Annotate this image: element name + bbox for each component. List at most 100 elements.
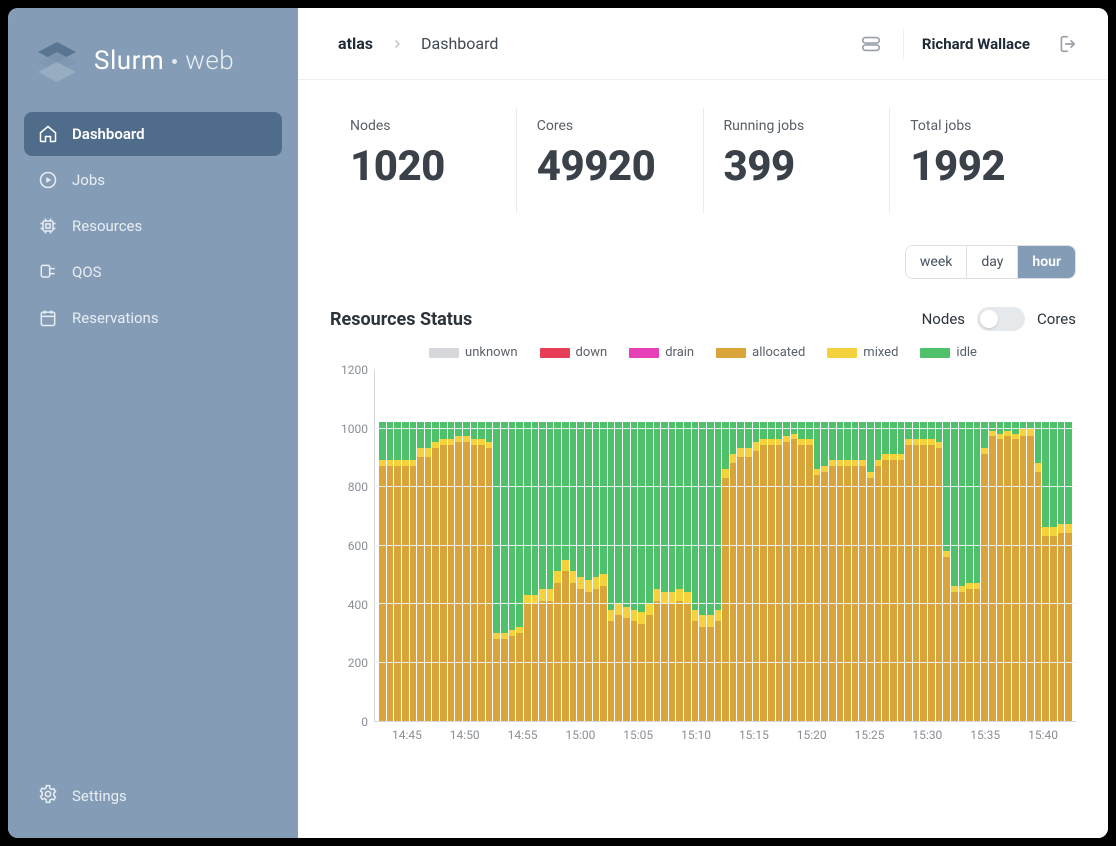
bar bbox=[1058, 422, 1065, 721]
bar bbox=[623, 422, 630, 721]
bar bbox=[1042, 422, 1049, 721]
bar bbox=[394, 422, 401, 721]
logout-icon[interactable] bbox=[1052, 30, 1080, 58]
breadcrumb: atlas Dashboard bbox=[338, 34, 498, 53]
bar bbox=[539, 422, 546, 721]
legend-item-allocated[interactable]: allocated bbox=[716, 345, 805, 360]
bar bbox=[882, 422, 889, 721]
x-axis: 14:4514:5014:5515:0015:0515:1015:1515:20… bbox=[374, 722, 1076, 742]
toggle-knob bbox=[980, 310, 998, 328]
sidebar-nav: Dashboard Jobs Resources QOS bbox=[24, 112, 282, 340]
range-hour-button[interactable]: hour bbox=[1018, 246, 1075, 278]
legend-item-idle[interactable]: idle bbox=[920, 345, 977, 360]
bar bbox=[676, 422, 683, 721]
cpu-icon bbox=[38, 216, 58, 236]
legend-item-unknown[interactable]: unknown bbox=[429, 345, 517, 360]
legend-item-drain[interactable]: drain bbox=[629, 345, 694, 360]
bar bbox=[1050, 422, 1057, 721]
topbar-separator bbox=[903, 29, 904, 59]
bar bbox=[547, 422, 554, 721]
bar bbox=[722, 422, 729, 721]
bar bbox=[608, 422, 615, 721]
bar bbox=[593, 422, 600, 721]
bar bbox=[661, 422, 668, 721]
bar bbox=[379, 422, 386, 721]
legend-label: allocated bbox=[752, 345, 805, 360]
x-tick: 14:45 bbox=[378, 728, 436, 742]
bar bbox=[821, 422, 828, 721]
bar bbox=[989, 422, 996, 721]
logo-icon bbox=[34, 38, 80, 84]
user-name[interactable]: Richard Wallace bbox=[922, 35, 1030, 53]
legend-label: drain bbox=[665, 345, 694, 360]
home-icon bbox=[38, 124, 58, 144]
bar bbox=[707, 422, 714, 721]
brand-text-pre: Slurm bbox=[94, 46, 164, 76]
y-tick: 400 bbox=[348, 598, 368, 612]
legend-item-down[interactable]: down bbox=[540, 345, 608, 360]
stat-label: Total jobs bbox=[910, 118, 1056, 134]
bar bbox=[814, 422, 821, 721]
bar bbox=[943, 422, 950, 721]
y-tick: 1200 bbox=[341, 363, 368, 377]
stat-value: 1020 bbox=[350, 142, 496, 191]
toggle-label-right: Cores bbox=[1037, 310, 1076, 328]
bar bbox=[875, 422, 882, 721]
stat-label: Cores bbox=[537, 118, 683, 134]
sidebar-item-label: Reservations bbox=[72, 309, 159, 327]
x-tick: 15:20 bbox=[783, 728, 841, 742]
sidebar-item-resources[interactable]: Resources bbox=[24, 204, 282, 248]
sidebar-item-qos[interactable]: QOS bbox=[24, 250, 282, 294]
grid-line bbox=[375, 428, 1076, 429]
x-tick: 14:50 bbox=[436, 728, 494, 742]
bar bbox=[1020, 422, 1027, 721]
bar bbox=[455, 422, 462, 721]
bar bbox=[852, 422, 859, 721]
x-tick: 15:40 bbox=[1014, 728, 1072, 742]
sidebar-item-label: Resources bbox=[72, 217, 142, 235]
chart-plot bbox=[374, 370, 1076, 722]
stat-cores: Cores 49920 bbox=[517, 108, 704, 213]
x-tick: 15:30 bbox=[898, 728, 956, 742]
breadcrumb-page: Dashboard bbox=[421, 34, 498, 53]
legend-swatch bbox=[429, 348, 459, 358]
breadcrumb-cluster[interactable]: atlas bbox=[338, 34, 373, 53]
legend-swatch bbox=[920, 348, 950, 358]
sidebar-item-jobs[interactable]: Jobs bbox=[24, 158, 282, 202]
sidebar-item-settings[interactable]: Settings bbox=[24, 772, 282, 820]
range-week-button[interactable]: week bbox=[906, 246, 967, 278]
bar bbox=[1027, 422, 1034, 721]
bar bbox=[493, 422, 500, 721]
bar bbox=[654, 422, 661, 721]
bar bbox=[425, 422, 432, 721]
sidebar-item-reservations[interactable]: Reservations bbox=[24, 296, 282, 340]
nodes-cores-toggle-wrap: Nodes Cores bbox=[922, 307, 1076, 331]
bar bbox=[1004, 422, 1011, 721]
nodes-cores-toggle[interactable] bbox=[977, 307, 1025, 331]
bar bbox=[638, 422, 645, 721]
brand-dot bbox=[172, 59, 177, 64]
bar bbox=[776, 422, 783, 721]
bar bbox=[684, 422, 691, 721]
stat-value: 399 bbox=[724, 142, 870, 191]
sidebar-item-label: Settings bbox=[72, 787, 127, 805]
legend-label: unknown bbox=[465, 345, 517, 360]
bar bbox=[509, 422, 516, 721]
bar bbox=[699, 422, 706, 721]
legend-item-mixed[interactable]: mixed bbox=[827, 345, 898, 360]
stat-total-jobs: Total jobs 1992 bbox=[890, 108, 1076, 213]
x-tick: 15:05 bbox=[609, 728, 667, 742]
bar bbox=[913, 422, 920, 721]
bar bbox=[410, 422, 417, 721]
bar bbox=[745, 422, 752, 721]
sidebar-item-dashboard[interactable]: Dashboard bbox=[24, 112, 282, 156]
time-range-row: weekdayhour bbox=[330, 245, 1076, 279]
legend-swatch bbox=[827, 348, 857, 358]
toggle-label-left: Nodes bbox=[922, 310, 965, 328]
range-day-button[interactable]: day bbox=[967, 246, 1018, 278]
brand-text-post: web bbox=[185, 46, 234, 76]
x-tick: 14:55 bbox=[494, 728, 552, 742]
bar bbox=[417, 422, 424, 721]
bar bbox=[837, 422, 844, 721]
storage-icon[interactable] bbox=[857, 30, 885, 58]
